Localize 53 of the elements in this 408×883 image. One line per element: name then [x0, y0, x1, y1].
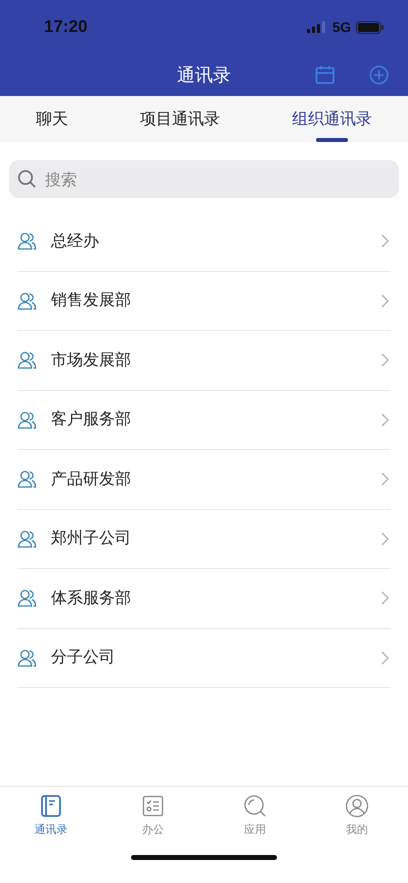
department-name: 产品研发部 [51, 468, 132, 490]
group-icon [17, 231, 37, 252]
calendar-button[interactable] [314, 64, 336, 86]
department-item[interactable]: 郑州子公司 [17, 510, 391, 569]
tab-bar-item[interactable]: 通讯录 [0, 793, 102, 851]
department-name: 郑州子公司 [51, 528, 132, 550]
group-icon [17, 410, 37, 430]
group-icon [17, 469, 37, 490]
group-icon [17, 350, 37, 370]
department-item[interactable]: 市场发展部 [17, 331, 391, 390]
department-item[interactable]: 总经办 [17, 212, 391, 272]
chevron-icon [381, 591, 389, 606]
tab[interactable]: 组织通讯录 [288, 96, 376, 142]
chevron-icon [381, 294, 389, 308]
group-icon [17, 588, 37, 608]
tab-bar-item[interactable]: 办公 [102, 793, 204, 851]
chevron-icon [381, 472, 389, 486]
department-item[interactable]: 销售发展部 [17, 272, 391, 331]
group-icon [17, 648, 37, 668]
page-title: 通讯录 [177, 64, 231, 87]
signal-icon [307, 21, 328, 33]
group-icon [17, 290, 37, 311]
chevron-icon [381, 353, 389, 368]
department-name: 体系服务部 [51, 588, 132, 609]
search-input[interactable]: 搜索 [43, 168, 391, 190]
search-icon [243, 794, 267, 818]
department-name: 总经办 [51, 230, 100, 252]
department-item[interactable]: 体系服务部 [17, 569, 391, 628]
add-button[interactable] [368, 64, 390, 86]
tab[interactable]: 项目通讯录 [136, 96, 224, 142]
search-icon [17, 169, 37, 189]
chevron-icon [381, 650, 389, 665]
department-item[interactable]: 产品研发部 [17, 450, 391, 510]
department-item[interactable]: 客户服务部 [17, 390, 391, 450]
department-name: 销售发展部 [51, 290, 132, 312]
chevron-icon [381, 412, 389, 427]
department-name: 分子公司 [51, 647, 116, 668]
search-field[interactable]: 搜索 [9, 160, 399, 198]
status-time: 17:20 [44, 17, 88, 37]
user-icon [345, 794, 369, 818]
tab[interactable]: 聊天 [32, 96, 72, 142]
department-name: 客户服务部 [51, 409, 132, 430]
tab-bar-item[interactable]: 应用 [204, 793, 306, 851]
tab-bar-item[interactable]: 我的 [306, 793, 408, 851]
department-name: 市场发展部 [51, 350, 132, 371]
battery-icon [356, 20, 384, 34]
chevron-icon [381, 234, 389, 248]
checklist-icon [141, 794, 165, 818]
chevron-icon [381, 532, 389, 546]
group-icon [17, 528, 37, 549]
department-item[interactable]: 分子公司 [17, 628, 391, 688]
book-icon [39, 794, 63, 818]
network-label: 5G [332, 19, 351, 35]
